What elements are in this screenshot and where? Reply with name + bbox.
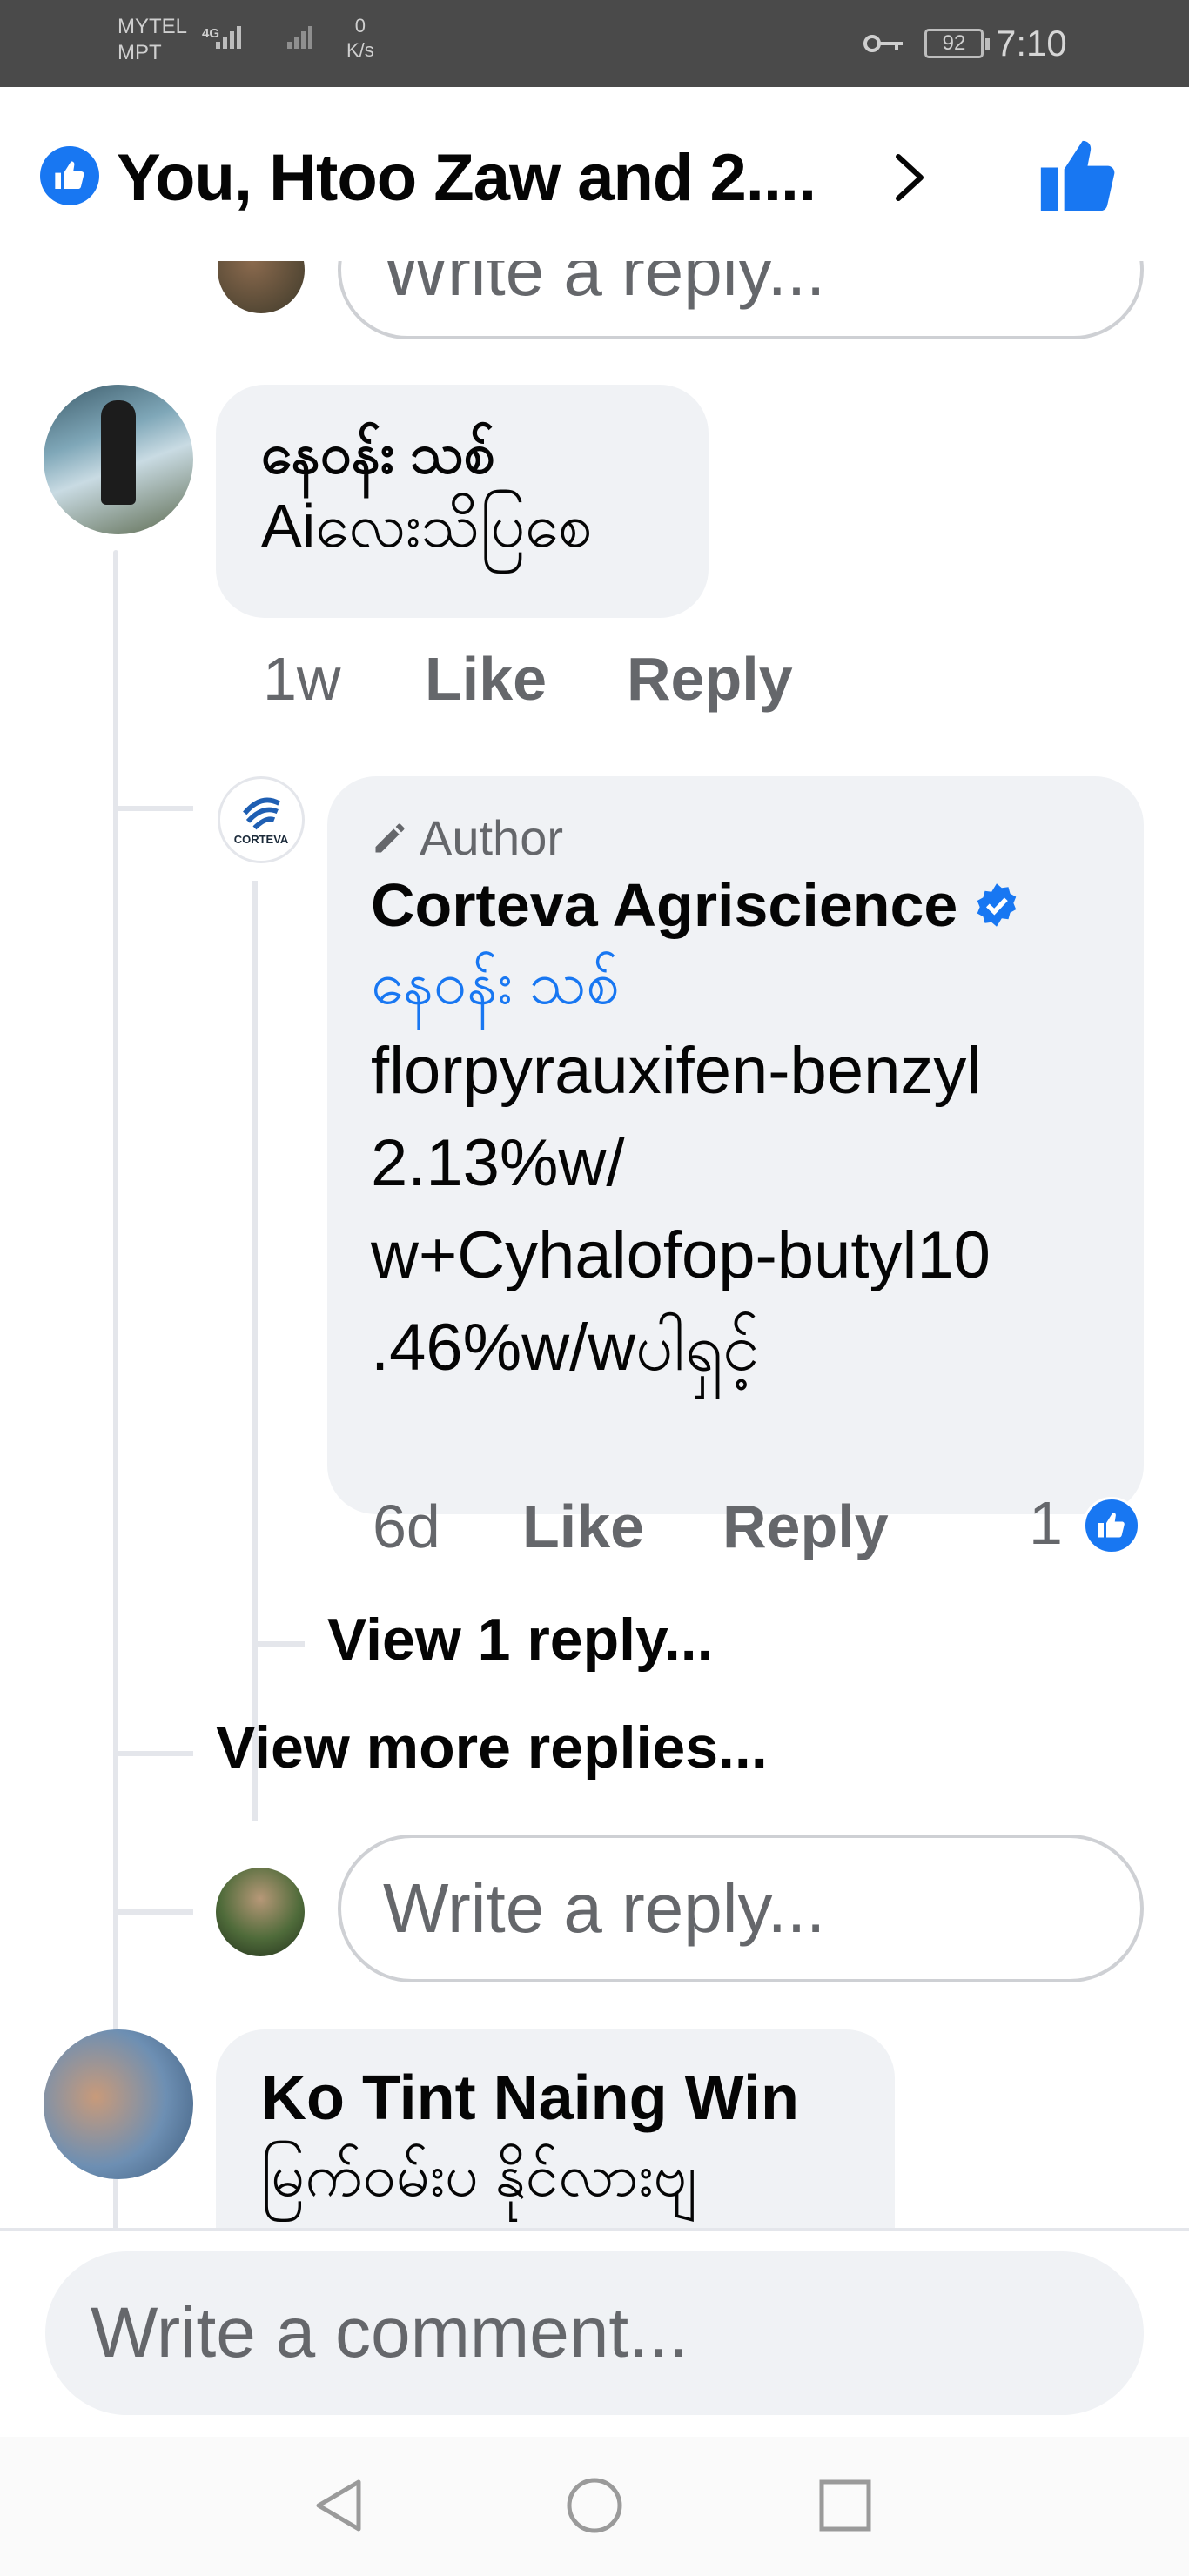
comment-author[interactable]: Ko Tint Naing Win bbox=[261, 2059, 850, 2137]
key-icon bbox=[863, 35, 903, 52]
avatar bbox=[218, 261, 305, 313]
thread-connector bbox=[113, 1751, 193, 1756]
network-speed: 0 K/s bbox=[346, 15, 374, 61]
like-link[interactable]: Like bbox=[425, 644, 547, 714]
verified-badge-icon bbox=[977, 883, 1017, 927]
system-nav-bar bbox=[0, 2437, 1189, 2576]
reactions-header[interactable]: You, Htoo Zaw and 2.... bbox=[0, 87, 1189, 261]
reply-text-line: florpyrauxifen-benzyl bbox=[371, 1034, 982, 1108]
back-icon[interactable] bbox=[308, 2475, 369, 2536]
like-count-icon bbox=[1083, 1497, 1140, 1554]
reply-bubble[interactable]: Author Corteva Agriscience နေဝန်း သစ် fl… bbox=[327, 776, 1144, 1514]
comment-input[interactable]: Write a comment... bbox=[45, 2251, 1144, 2415]
thread-line bbox=[113, 2179, 118, 2228]
mention-link[interactable]: နေဝန်း သစ် bbox=[371, 942, 1100, 1025]
reply-time: 6d bbox=[373, 1493, 440, 1560]
reply-input[interactable]: Write a reply... bbox=[338, 261, 1144, 339]
corteva-logo-icon bbox=[243, 797, 281, 830]
reply-text-line: 2.13%w/ bbox=[371, 1126, 625, 1200]
reply-input[interactable]: Write a reply... bbox=[338, 1835, 1144, 1982]
thread-connector bbox=[113, 806, 193, 811]
comment-bubble[interactable]: Ko Tint Naing Win မြက်ဝမ်းပ နိုင်လားဗျ bbox=[216, 2029, 895, 2228]
carrier-2: MPT bbox=[118, 41, 162, 64]
like-count[interactable]: 1 bbox=[1029, 1488, 1063, 1558]
thread-connector bbox=[113, 1909, 193, 1915]
corteva-logo[interactable]: CORTEVA bbox=[218, 776, 305, 863]
comment-text: Aiလေးသိပြစေ bbox=[261, 492, 593, 560]
reply-link[interactable]: Reply bbox=[722, 1492, 889, 1561]
comment-bubble[interactable]: နေဝန်း သစ် Aiလေးသိပြစေ bbox=[216, 385, 709, 618]
carrier-labels: MYTEL MPT bbox=[118, 14, 187, 66]
reactions-summary[interactable]: You, Htoo Zaw and 2.... bbox=[117, 139, 816, 218]
thread-line bbox=[113, 550, 118, 2169]
comment-time: 1w bbox=[263, 645, 341, 713]
clock: 7:10 bbox=[996, 23, 1067, 64]
view-more-replies-link[interactable]: View more replies... bbox=[216, 1713, 768, 1782]
thread-line-inner bbox=[252, 881, 258, 1821]
view-reply-link[interactable]: View 1 reply... bbox=[327, 1605, 714, 1674]
comment-text: မြက်ဝမ်းပ နိုင်လားဗျ bbox=[261, 2143, 697, 2209]
author-badge: Author bbox=[371, 808, 1100, 869]
signal-icon-2 bbox=[287, 26, 312, 49]
thread-connector bbox=[252, 1641, 305, 1647]
like-button-icon[interactable] bbox=[1038, 138, 1118, 218]
comment-thread[interactable]: Write a reply... နေဝန်း သစ် Aiလေးသိပြစေ … bbox=[0, 261, 1189, 2228]
battery-icon: 92 bbox=[924, 29, 990, 58]
recents-icon[interactable] bbox=[815, 2475, 876, 2536]
reply-link[interactable]: Reply bbox=[627, 644, 793, 714]
signal-icon bbox=[216, 26, 241, 49]
home-icon[interactable] bbox=[564, 2475, 625, 2536]
chevron-right-icon[interactable] bbox=[888, 150, 931, 205]
status-bar: MYTEL MPT 4G 0 K/s 92 7:10 bbox=[0, 0, 1189, 87]
like-link[interactable]: Like bbox=[522, 1492, 644, 1561]
reply-text-line: w+Cyhalofop-butyl10 bbox=[371, 1218, 991, 1292]
avatar[interactable] bbox=[44, 385, 193, 534]
avatar bbox=[216, 1868, 305, 1956]
reply-text-line: .46%w/wပါရှင့် bbox=[371, 1311, 760, 1385]
comment-composer: Write a comment... bbox=[0, 2228, 1189, 2437]
logo-text: CORTEVA bbox=[233, 833, 289, 846]
reply-author[interactable]: Corteva Agriscience bbox=[371, 869, 957, 942]
carrier-1: MYTEL bbox=[118, 15, 188, 38]
pencil-icon bbox=[375, 823, 405, 853]
comment-author[interactable]: နေဝန်း သစ် bbox=[261, 419, 663, 487]
avatar[interactable] bbox=[44, 2029, 193, 2179]
like-reaction-icon bbox=[40, 146, 99, 205]
